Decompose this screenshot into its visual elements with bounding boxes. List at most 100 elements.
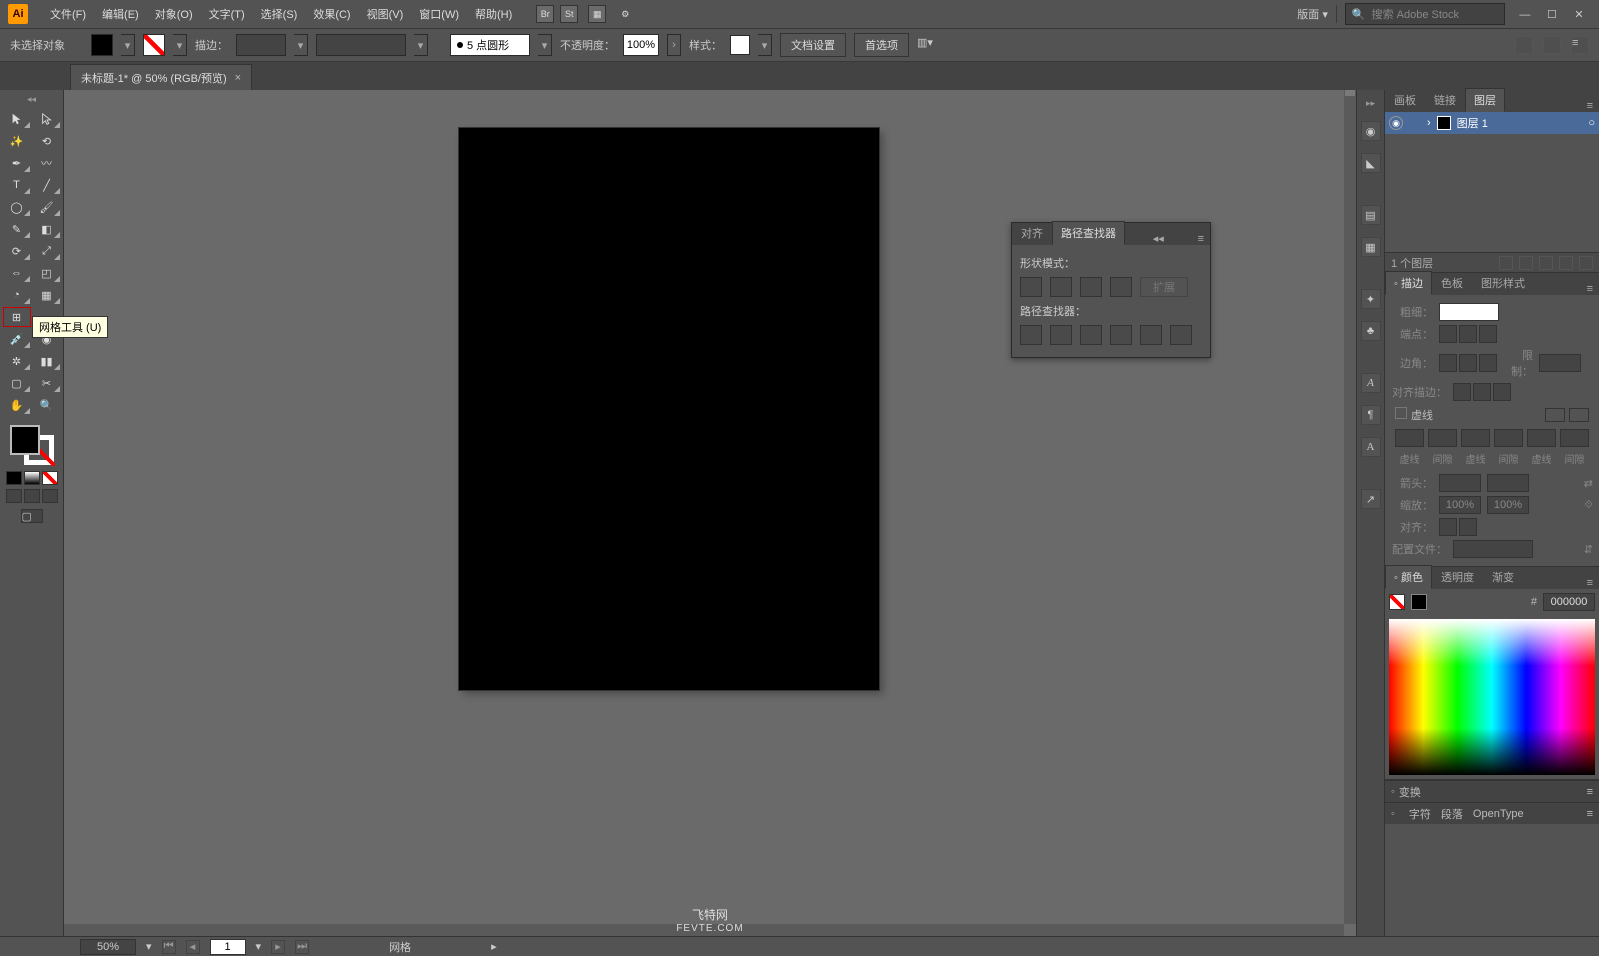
magic-wand-tool[interactable]: ✨ <box>3 131 31 151</box>
arrow-end-select[interactable] <box>1487 474 1529 492</box>
stroke-panel-menu[interactable]: ≡ <box>1581 283 1599 295</box>
zoom-select[interactable]: 50% <box>80 939 136 955</box>
line-segment-tool[interactable]: ╱ <box>33 175 61 195</box>
outline-button[interactable] <box>1140 325 1162 345</box>
tab-stroke[interactable]: ◦ 描边 <box>1385 271 1432 295</box>
slice-tool[interactable]: ✂ <box>33 373 61 393</box>
options-icon[interactable]: ≡ <box>1571 36 1589 54</box>
fill-dropdown[interactable]: ▾ <box>121 34 135 56</box>
tab-close-button[interactable]: × <box>235 72 241 84</box>
unite-button[interactable] <box>1020 277 1042 297</box>
crop-button[interactable] <box>1110 325 1132 345</box>
flip-profile-icon[interactable]: ⇵ <box>1584 543 1593 556</box>
brush-dropdown[interactable]: ▾ <box>538 34 552 56</box>
visibility-toggle[interactable]: ◉ <box>1389 116 1403 130</box>
align-outside[interactable] <box>1493 383 1511 401</box>
dash-1-input[interactable] <box>1395 429 1424 447</box>
color-none-swatch[interactable] <box>1389 594 1405 610</box>
direct-selection-tool[interactable] <box>33 109 61 129</box>
stroke-dropdown[interactable]: ▾ <box>173 34 187 56</box>
character-panel-collapsed[interactable]: ◦ 字符 段落 OpenType ≡ <box>1385 802 1599 824</box>
stroke-weight-dropdown[interactable]: ▾ <box>294 34 308 56</box>
tab-layers[interactable]: 图层 <box>1465 88 1505 112</box>
gap-3-input[interactable] <box>1560 429 1589 447</box>
lasso-tool[interactable]: ⟲ <box>33 131 61 151</box>
assets-dock-icon[interactable]: ♣ <box>1361 321 1381 341</box>
rectangle-tool[interactable]: ◯ <box>3 197 31 217</box>
pathfinder-collapse[interactable]: ◂◂ <box>1147 232 1170 245</box>
tab-gradient[interactable]: 渐变 <box>1483 565 1523 589</box>
next-artboard-button[interactable]: ▸ <box>271 940 285 954</box>
gradient-mode-button[interactable] <box>24 471 40 485</box>
pencil-tool[interactable]: ✎ <box>3 219 31 239</box>
none-mode-button[interactable] <box>42 471 58 485</box>
color-black-swatch[interactable] <box>1411 594 1427 610</box>
minimize-button[interactable]: — <box>1513 9 1537 21</box>
gap-1-input[interactable] <box>1428 429 1457 447</box>
layer-row[interactable]: ◉ › 图层 1 ○ <box>1385 112 1599 134</box>
variable-width-profile[interactable] <box>316 34 406 56</box>
fill-swatch[interactable] <box>91 34 113 56</box>
delete-layer-icon[interactable] <box>1579 256 1593 270</box>
arrow-align-path[interactable] <box>1459 518 1477 536</box>
gap-2-input[interactable] <box>1494 429 1523 447</box>
arrow-start-select[interactable] <box>1439 474 1481 492</box>
draw-normal-button[interactable] <box>6 489 22 503</box>
canvas-area[interactable]: 对齐 路径查找器 ◂◂ ≡ 形状模式： 扩展 路径查找器： <box>64 90 1356 936</box>
new-sublayer-icon[interactable] <box>1539 256 1553 270</box>
arrow-scale-start[interactable]: 100% <box>1439 496 1481 514</box>
document-tab[interactable]: 未标题-1* @ 50% (RGB/预览) × <box>70 64 252 90</box>
pathfinder-menu[interactable]: ≡ <box>1192 233 1210 245</box>
fill-stroke-control[interactable] <box>8 423 56 467</box>
merge-button[interactable] <box>1080 325 1102 345</box>
new-layer-icon[interactable] <box>1559 256 1573 270</box>
arrange-docs-icon[interactable]: ▦ <box>588 5 606 23</box>
stock-icon[interactable]: St <box>560 5 578 23</box>
selection-tool[interactable] <box>3 109 31 129</box>
mesh-tool[interactable]: ⊞ <box>3 307 31 327</box>
document-setup-button[interactable]: 文档设置 <box>780 33 846 57</box>
tab-pathfinder[interactable]: 路径查找器 <box>1052 221 1125 245</box>
vertical-scrollbar[interactable] <box>1344 90 1356 924</box>
menu-window[interactable]: 窗口(W) <box>411 6 467 22</box>
eraser-tool[interactable]: ◧ <box>33 219 61 239</box>
menu-edit[interactable]: 编辑(E) <box>94 6 147 22</box>
opacity-dropdown[interactable]: › <box>667 34 681 56</box>
stroke-swatch[interactable] <box>143 34 165 56</box>
target-icon[interactable]: ○ <box>1588 117 1595 129</box>
zoom-tool[interactable]: 🔍 <box>33 395 61 415</box>
cap-projecting[interactable] <box>1479 325 1497 343</box>
character-dock-icon[interactable]: A <box>1361 373 1381 393</box>
draw-inside-button[interactable] <box>42 489 58 503</box>
close-button[interactable]: ✕ <box>1567 8 1591 21</box>
join-round[interactable] <box>1459 354 1477 372</box>
style-dropdown[interactable]: ▾ <box>758 34 772 56</box>
pen-tool[interactable]: ✒ <box>3 153 31 173</box>
tab-links[interactable]: 链接 <box>1425 88 1465 112</box>
free-transform-tool[interactable]: ◰ <box>33 263 61 283</box>
maximize-button[interactable]: ☐ <box>1540 8 1564 21</box>
brushes-dock-icon[interactable]: ◣ <box>1361 153 1381 173</box>
gpu-icon[interactable]: ⚙ <box>616 5 634 23</box>
color-panel-menu[interactable]: ≡ <box>1581 577 1599 589</box>
style-swatch[interactable] <box>730 35 750 55</box>
align-panel-icon[interactable] <box>1543 36 1561 54</box>
workspace-switcher[interactable]: 版面 ▾ <box>1297 6 1328 22</box>
paintbrush-tool[interactable]: 🖌 <box>33 197 61 217</box>
align-to-icon[interactable]: ▥▾ <box>917 36 935 54</box>
brush-definition[interactable]: 5 点圆形 <box>450 34 530 56</box>
tab-color[interactable]: ◦ 颜色 <box>1385 565 1432 589</box>
layer-name[interactable]: 图层 1 <box>1457 115 1488 131</box>
paragraph-dock-icon[interactable]: ¶ <box>1361 405 1381 425</box>
expand-layer-icon[interactable]: › <box>1427 117 1431 129</box>
scale-tool[interactable]: ⤢ <box>33 241 61 261</box>
tab-swatches[interactable]: 色板 <box>1432 271 1472 295</box>
type-tool[interactable]: T <box>3 175 31 195</box>
miter-limit-input[interactable] <box>1539 354 1581 372</box>
align-center[interactable] <box>1453 383 1471 401</box>
dock-drag-handle[interactable]: ▸▸ <box>1366 98 1375 109</box>
appearance-dock-icon[interactable]: ◉ <box>1361 121 1381 141</box>
color-spectrum[interactable] <box>1389 619 1595 775</box>
hex-input[interactable]: 000000 <box>1543 593 1595 611</box>
menu-help[interactable]: 帮助(H) <box>467 6 520 22</box>
